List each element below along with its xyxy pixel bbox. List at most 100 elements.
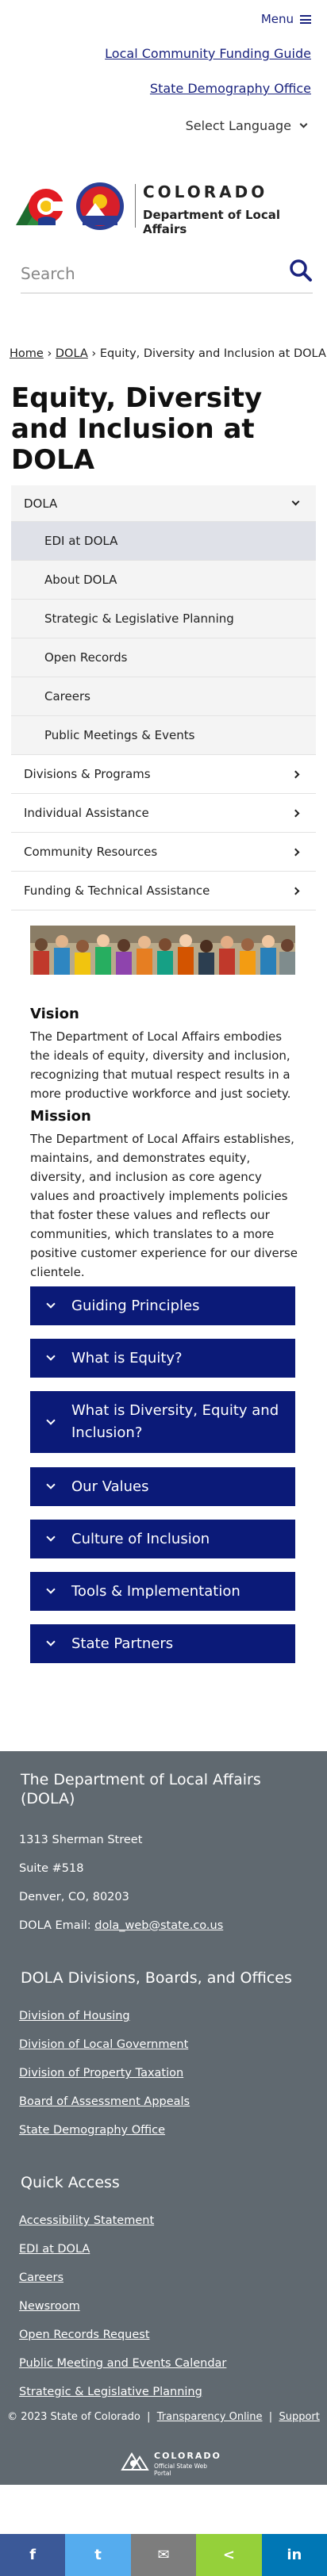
link-funding-guide[interactable]: Local Community Funding Guide xyxy=(105,46,311,61)
footer-link-accessibility[interactable]: Accessibility Statement xyxy=(19,2214,154,2227)
subnav-section-label: Individual Assistance xyxy=(24,806,149,820)
menu-label: Menu xyxy=(260,12,294,26)
subnav-item-open-records[interactable]: Open Records xyxy=(11,638,316,677)
legal-separator: | xyxy=(147,2411,151,2423)
generic-share-button[interactable]: < xyxy=(196,2534,262,2576)
section-nav: DOLA EDI at DOLA About DOLA Strategic & … xyxy=(11,485,316,910)
legal-separator: | xyxy=(268,2411,273,2423)
language-label: Select Language xyxy=(185,118,291,133)
facebook-icon: f xyxy=(29,2547,37,2563)
colorado-dola-logo-icon xyxy=(16,182,124,230)
footer-email-row: DOLA Email: dola_web@state.co.us xyxy=(19,1919,223,1932)
colorado-portal-logo[interactable]: COLORADO Official State Web Portal xyxy=(121,2449,224,2477)
linkedin-share-button[interactable]: in xyxy=(261,2534,327,2576)
breadcrumb-dola[interactable]: DOLA xyxy=(56,347,88,360)
accordion-label: Tools & Implementation xyxy=(71,1583,240,1600)
chevron-down-icon xyxy=(46,1585,56,1594)
menu-button[interactable]: Menu xyxy=(261,12,311,26)
subnav-item-strategic[interactable]: Strategic & Legislative Planning xyxy=(11,600,316,638)
search-input[interactable]: Search xyxy=(21,264,75,283)
accordion-state-partners[interactable]: State Partners xyxy=(30,1624,295,1663)
search-bar[interactable]: Search xyxy=(21,254,313,293)
footer-link-demography[interactable]: State Demography Office xyxy=(19,2124,165,2137)
group-photo-illustration xyxy=(30,926,295,975)
page-title: Equity, Diversity and Inclusion at DOLA xyxy=(11,382,263,476)
chevron-down-icon xyxy=(46,1532,56,1542)
copyright-text: © 2023 State of Colorado xyxy=(7,2411,140,2423)
footer-link-events-calendar[interactable]: Public Meeting and Events Calendar xyxy=(19,2357,226,2370)
accordion-what-is-dei[interactable]: What is Diversity, Equity and Inclusion? xyxy=(30,1391,295,1453)
vision-text: The Department of Local Affairs embodies… xyxy=(30,1029,291,1101)
subnav-item-label: About DOLA xyxy=(44,573,117,587)
transparency-online-link[interactable]: Transparency Online xyxy=(157,2411,263,2423)
footer-address-line: 1313 Sherman Street xyxy=(19,1834,143,1846)
subnav-item-careers[interactable]: Careers xyxy=(11,677,316,716)
breadcrumb-separator: › xyxy=(91,347,97,360)
share-icon: < xyxy=(222,2547,235,2563)
footer-link-local-government[interactable]: Division of Local Government xyxy=(19,2038,188,2051)
subnav-item-label: Careers xyxy=(44,689,90,703)
subnav-section-community[interactable]: Community Resources xyxy=(11,833,316,872)
chevron-down-icon xyxy=(46,1299,56,1309)
twitter-share-button[interactable]: t xyxy=(65,2534,131,2576)
search-icon[interactable] xyxy=(289,259,313,282)
footer-link-assessment-appeals[interactable]: Board of Assessment Appeals xyxy=(19,2095,190,2108)
breadcrumb-current: Equity, Diversity and Inclusion at DOLA xyxy=(99,347,326,360)
vision-heading: Vision xyxy=(30,1006,79,1022)
accordion-label: Culture of Inclusion xyxy=(71,1531,210,1547)
accordion-label: What is Diversity, Equity and Inclusion? xyxy=(71,1402,279,1441)
accordion-label: Guiding Principles xyxy=(71,1298,200,1314)
subnav-section-individual[interactable]: Individual Assistance xyxy=(11,794,316,833)
mission-text: The Department of Local Affairs establis… xyxy=(30,1132,298,1279)
footer-link-strategic-planning[interactable]: Strategic & Legislative Planning xyxy=(19,2386,202,2398)
hamburger-icon xyxy=(300,14,311,24)
colorado-mountain-icon xyxy=(121,2452,149,2471)
footer-link-newsroom[interactable]: Newsroom xyxy=(19,2300,80,2313)
chevron-down-icon xyxy=(46,1480,56,1489)
chevron-right-icon xyxy=(291,770,300,778)
subnav-section-funding[interactable]: Funding & Technical Assistance xyxy=(11,872,316,910)
subnav-item-edi[interactable]: EDI at DOLA xyxy=(11,522,316,561)
email-icon: ✉ xyxy=(157,2547,170,2563)
footer-link-edi[interactable]: EDI at DOLA xyxy=(19,2243,90,2256)
accordion-culture-of-inclusion[interactable]: Culture of Inclusion xyxy=(30,1520,295,1558)
chevron-down-icon xyxy=(299,120,308,128)
subnav-item-label: Strategic & Legislative Planning xyxy=(44,611,234,626)
subnav-item-about[interactable]: About DOLA xyxy=(11,561,316,600)
accordion-tools-implementation[interactable]: Tools & Implementation xyxy=(30,1572,295,1611)
footer-org-name: The Department of Local Affairs (DOLA) xyxy=(21,1771,261,1807)
footer-link-careers[interactable]: Careers xyxy=(19,2271,63,2284)
footer-email-label: DOLA Email: xyxy=(19,1919,91,1932)
footer-link-property-taxation[interactable]: Division of Property Taxation xyxy=(19,2067,183,2080)
support-link[interactable]: Support xyxy=(279,2411,319,2423)
dola-logo[interactable]: COLORADO Department of Local Affairs xyxy=(16,179,310,236)
subnav-header-label: DOLA xyxy=(24,496,58,511)
mission-heading: Mission xyxy=(30,1108,91,1125)
breadcrumb-separator: › xyxy=(47,347,52,360)
language-select[interactable]: Select Language xyxy=(185,118,308,133)
breadcrumb-home[interactable]: Home xyxy=(10,347,44,360)
footer-divisions-heading: DOLA Divisions, Boards, and Offices xyxy=(21,1969,292,1987)
portal-subtitle: Official State Web Portal xyxy=(154,2463,208,2477)
subnav-section-divisions[interactable]: Divisions & Programs xyxy=(11,755,316,794)
footer-link-housing[interactable]: Division of Housing xyxy=(19,2010,130,2022)
email-share-button[interactable]: ✉ xyxy=(130,2534,197,2576)
chevron-right-icon xyxy=(291,848,300,856)
subnav-header-dola[interactable]: DOLA xyxy=(11,485,316,522)
subnav-item-label: Public Meetings & Events xyxy=(44,728,195,742)
footer-address-line: Suite #518 xyxy=(19,1862,84,1875)
accordion-our-values[interactable]: Our Values xyxy=(30,1467,295,1506)
share-bar: f t ✉ < in xyxy=(0,2534,327,2576)
accordion-guiding-principles[interactable]: Guiding Principles xyxy=(30,1286,295,1325)
subnav-item-meetings[interactable]: Public Meetings & Events xyxy=(11,716,316,755)
accordion-what-is-equity[interactable]: What is Equity? xyxy=(30,1339,295,1378)
link-demography-office[interactable]: State Demography Office xyxy=(150,81,311,96)
staff-group-photo xyxy=(30,926,295,975)
facebook-share-button[interactable]: f xyxy=(0,2534,66,2576)
subnav-item-label: EDI at DOLA xyxy=(44,534,118,548)
chevron-down-icon xyxy=(46,1415,56,1425)
chevron-down-icon xyxy=(46,1637,56,1646)
footer-email-link[interactable]: dola_web@state.co.us xyxy=(94,1919,223,1932)
footer-link-open-records[interactable]: Open Records Request xyxy=(19,2329,150,2341)
twitter-icon: t xyxy=(94,2547,102,2563)
